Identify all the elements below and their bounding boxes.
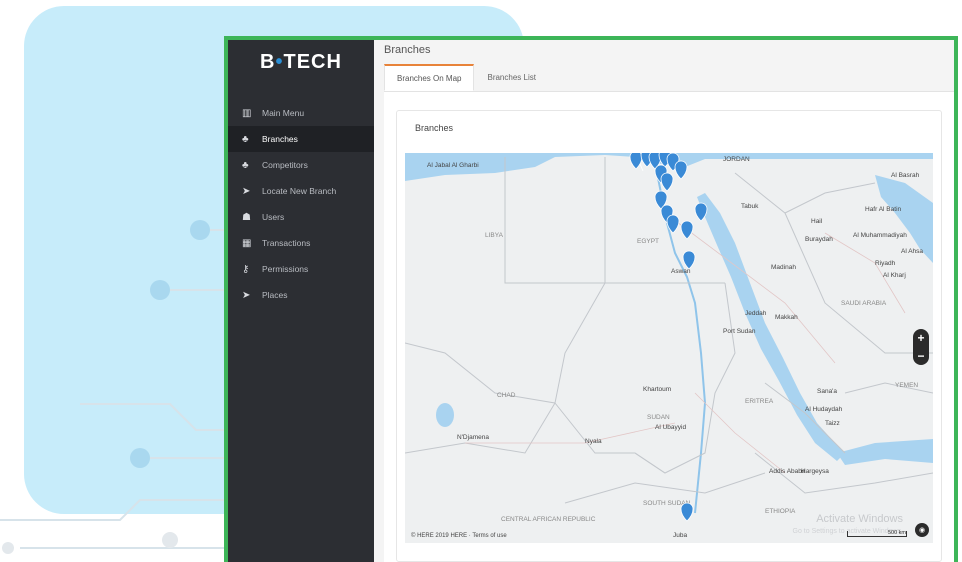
map-label: Taizz — [825, 420, 840, 427]
tab-bar: Branches On Map Branches List — [384, 64, 954, 92]
sidebar-item-label: Users — [262, 212, 285, 222]
tab-branches-list[interactable]: Branches List — [474, 64, 548, 91]
map-label: Makkah — [775, 314, 798, 321]
branch-markers — [629, 153, 708, 522]
map-label: Al Ubayyid — [655, 424, 686, 431]
card-title: Branches — [415, 123, 454, 133]
sidebar-item-label: Locate New Branch — [262, 186, 337, 196]
bar-chart-icon: ▥ — [242, 107, 252, 119]
app-logo[interactable]: B • TECH — [228, 40, 374, 80]
sidebar-item-label: Main Menu — [262, 108, 305, 118]
map-label: Sana'a — [817, 388, 837, 395]
lake-chad — [436, 403, 454, 427]
map-label: Al Ahsa — [901, 248, 923, 255]
branch-marker — [682, 250, 696, 270]
map-label: SUDAN — [647, 414, 670, 421]
users-icon: ☗ — [242, 211, 251, 223]
branch-marker — [680, 502, 694, 522]
sidebar-item-transactions[interactable]: ▦ Transactions — [228, 230, 374, 256]
map-label: N'Djamena — [457, 434, 489, 441]
logo-dot: • — [275, 50, 284, 73]
sidebar-item-locate-new-branch[interactable]: ➤ Locate New Branch — [228, 178, 374, 204]
map-label: Al Basrah — [891, 172, 920, 179]
sidebar-item-permissions[interactable]: ⚷ Permissions — [228, 256, 374, 282]
branches-card: Branches Al Jabal Al Gharbi JORDAN Al Ba… — [396, 110, 942, 562]
map-label: Tabuk — [741, 203, 759, 210]
sidebar-menu: ▥ Main Menu ♣ Branches ♣ Competitors ➤ L… — [228, 100, 374, 308]
map-label: Al Jabal Al Gharbi — [427, 162, 479, 169]
map-canvas[interactable]: Al Jabal Al Gharbi JORDAN Al Basrah Tabu… — [405, 153, 933, 543]
map-label: YEMEN — [895, 382, 918, 389]
map-scale-bar: 500 km — [847, 530, 907, 537]
sidebar-item-places[interactable]: ➤ Places — [228, 282, 374, 308]
map-label: EGYPT — [637, 238, 659, 245]
sidebar-item-main-menu[interactable]: ▥ Main Menu — [228, 100, 374, 126]
map-label: Madinah — [771, 264, 796, 271]
map-label: LIBYA — [485, 232, 504, 239]
sidebar-item-label: Branches — [262, 134, 298, 144]
zoom-control: + − — [913, 329, 929, 365]
branches-map[interactable]: Al Jabal Al Gharbi JORDAN Al Basrah Tabu… — [405, 153, 933, 543]
map-label: Port Sudan — [723, 328, 756, 335]
map-label: Hafr Al Batin — [865, 206, 902, 213]
tab-content: Branches Al Jabal Al Gharbi JORDAN Al Ba… — [384, 92, 954, 562]
layers-icon[interactable]: ◉ — [915, 523, 929, 537]
tab-branches-on-map[interactable]: Branches On Map — [384, 64, 475, 91]
map-label: SAUDI ARABIA — [841, 300, 887, 307]
red-sea — [697, 193, 845, 461]
location-arrow-icon: ➤ — [242, 185, 251, 197]
main-content: Branches Branches On Map Branches List B… — [374, 40, 954, 562]
map-label: ERITREA — [745, 398, 774, 405]
map-label: Juba — [673, 532, 687, 539]
sidebar-item-label: Permissions — [262, 264, 309, 274]
app-window: B • TECH ▥ Main Menu ♣ Branches ♣ Competit… — [224, 36, 958, 562]
map-label: CENTRAL AFRICAN REPUBLIC — [501, 516, 596, 523]
sidebar-item-label: Competitors — [262, 160, 308, 170]
branch-marker — [680, 220, 694, 240]
map-label: Riyadh — [875, 260, 896, 267]
page-title: Branches — [384, 44, 431, 56]
map-label: Hargeysa — [801, 468, 829, 475]
sidebar-item-users[interactable]: ☗ Users — [228, 204, 374, 230]
map-label: ETHIOPIA — [765, 508, 796, 515]
zoom-in-button[interactable]: + — [917, 331, 924, 345]
map-label: Hail — [811, 218, 823, 225]
sitemap-icon: ♣ — [242, 159, 249, 171]
map-label: Aswan — [671, 268, 691, 275]
screenshot-stage: B • TECH ▥ Main Menu ♣ Branches ♣ Competit… — [0, 0, 962, 562]
sidebar-item-label: Transactions — [262, 238, 311, 248]
map-label: Jeddah — [745, 310, 767, 317]
branch-marker — [629, 153, 643, 170]
map-label: Buraydah — [805, 236, 833, 243]
map-label: Al Kharj — [883, 272, 906, 279]
sidebar-item-branches[interactable]: ♣ Branches — [228, 126, 374, 152]
map-label: Al Muhammadiyah — [853, 232, 907, 239]
map-label: JORDAN — [723, 156, 750, 163]
map-labels: Al Jabal Al Gharbi JORDAN Al Basrah Tabu… — [427, 156, 923, 539]
map-label: CHAD — [497, 392, 516, 399]
branch-marker — [694, 202, 708, 222]
sidebar-item-label: Places — [262, 290, 288, 300]
map-label: Al Hudaydah — [805, 406, 843, 413]
logo-text-tech: TECH — [283, 50, 342, 73]
sitemap-icon: ♣ — [242, 133, 249, 145]
activate-windows-watermark: Activate Windows — [816, 513, 903, 525]
key-icon: ⚷ — [242, 263, 250, 275]
gulf-of-aden — [837, 439, 933, 465]
logo-text-b: B — [260, 50, 276, 73]
branch-marker — [674, 160, 688, 180]
sidebar-item-competitors[interactable]: ♣ Competitors — [228, 152, 374, 178]
zoom-out-button[interactable]: − — [917, 349, 924, 363]
sidebar: B • TECH ▥ Main Menu ♣ Branches ♣ Competit… — [228, 40, 374, 562]
location-arrow-icon: ➤ — [242, 289, 251, 301]
table-icon: ▦ — [242, 237, 252, 249]
map-attribution[interactable]: © HERE 2019 HERE · Terms of use — [411, 533, 507, 539]
map-label: Khartoum — [643, 386, 671, 393]
map-label: Nyala — [585, 438, 602, 445]
branch-marker — [660, 172, 674, 192]
